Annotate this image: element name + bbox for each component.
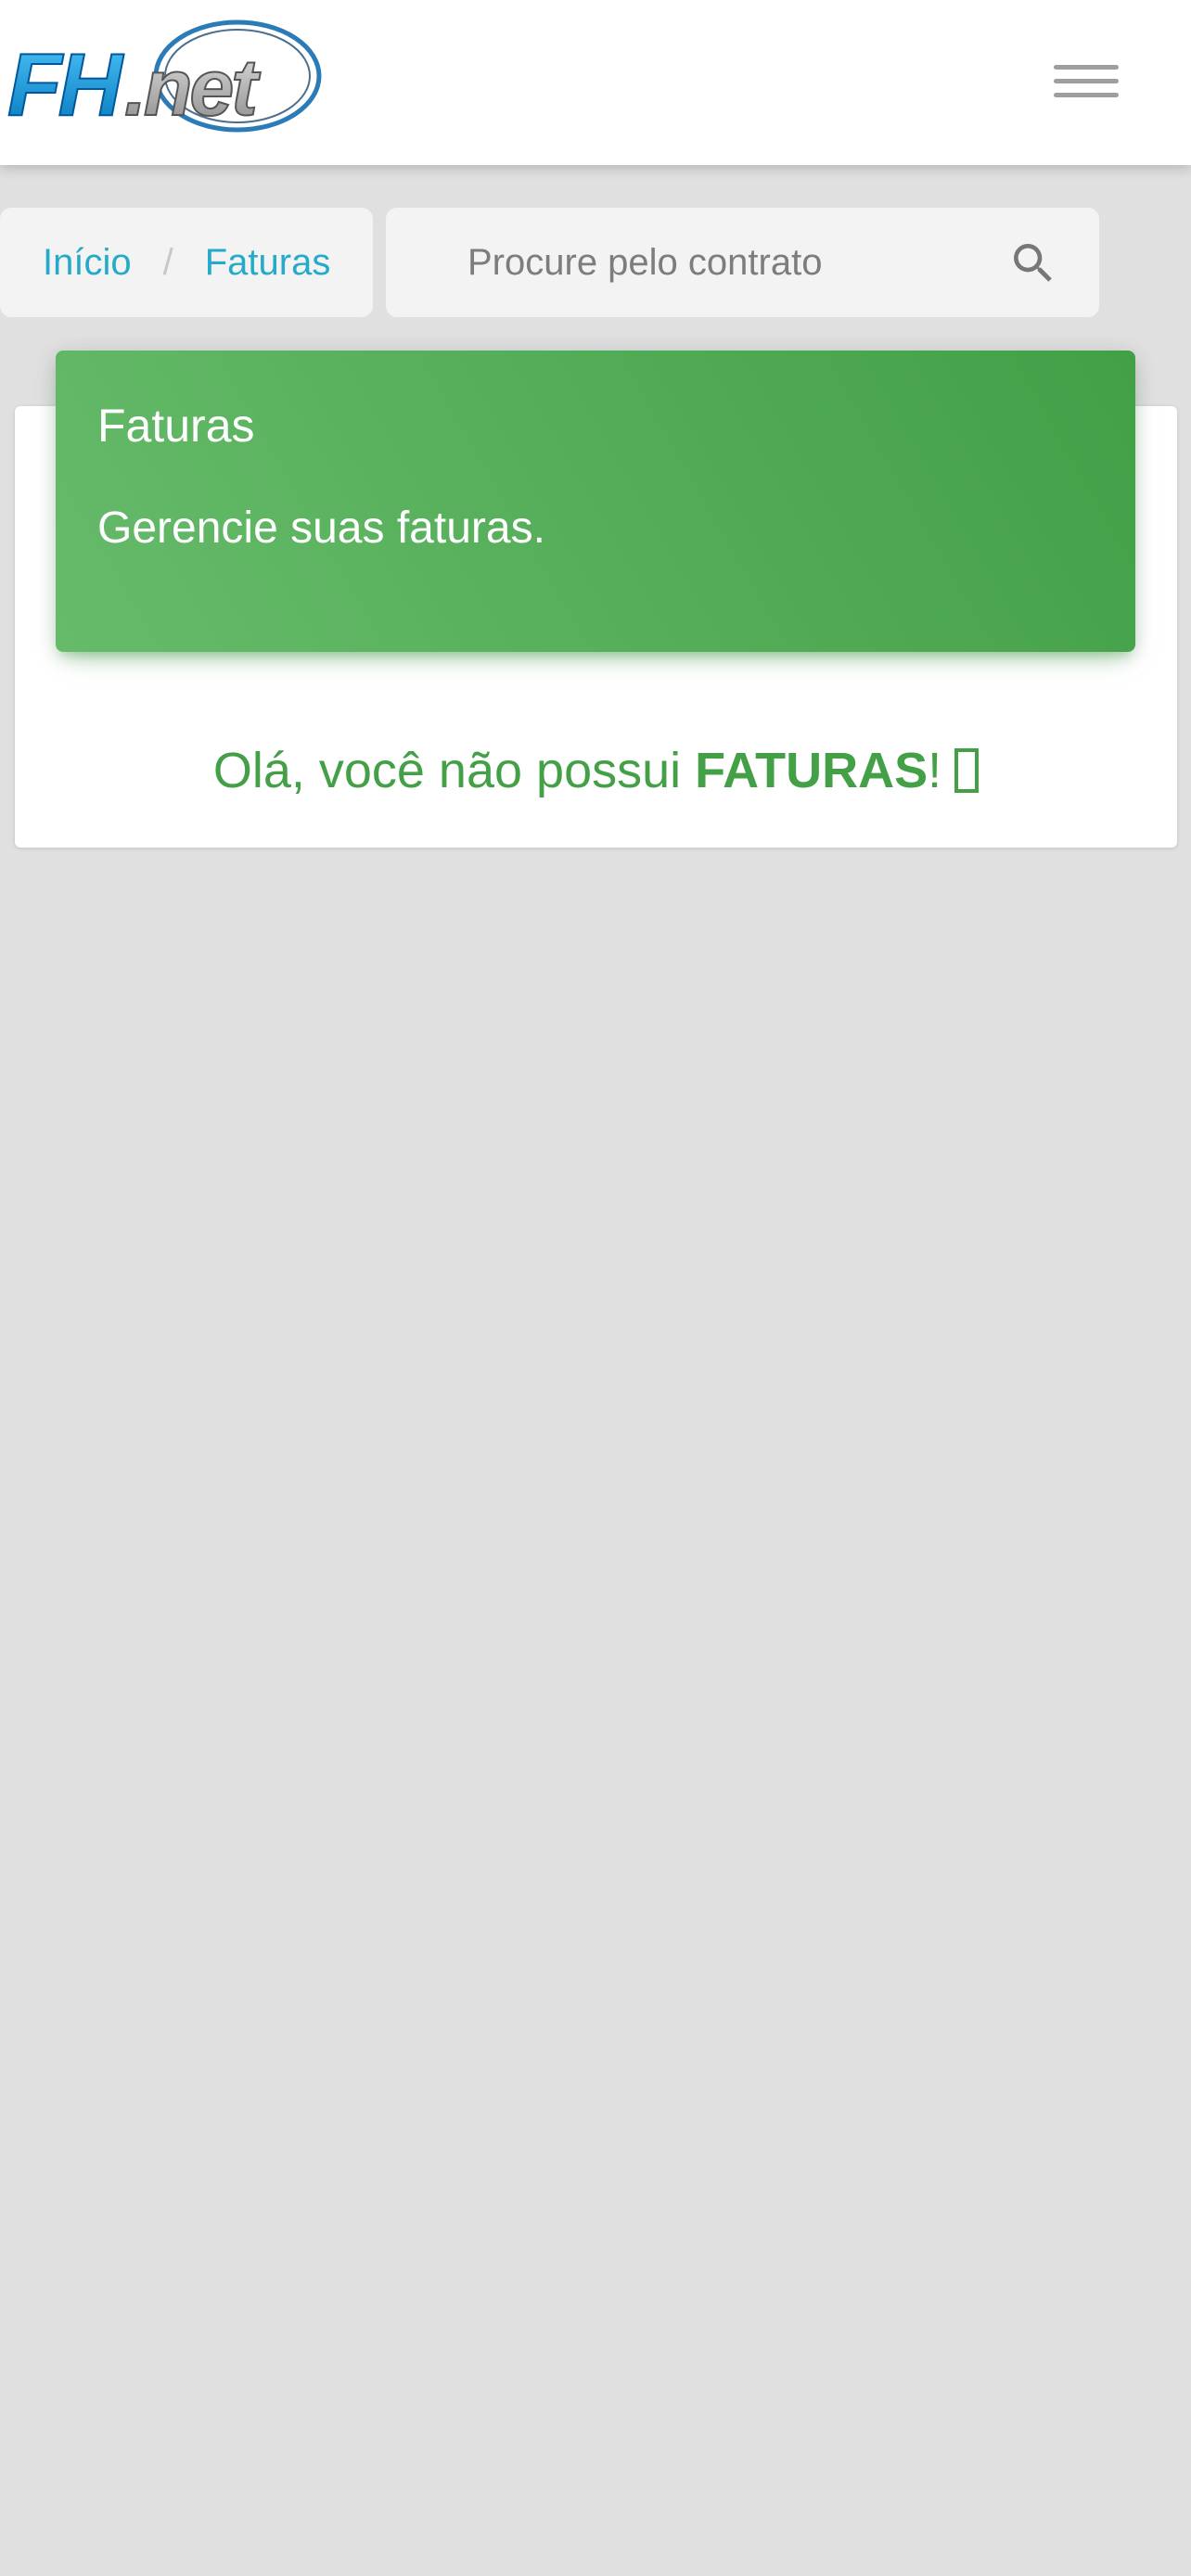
fhnet-logo[interactable]: FH .net: [6, 15, 327, 137]
page-subtitle: Gerencie suas faturas.: [97, 504, 545, 553]
contract-search-input[interactable]: [467, 228, 987, 297]
invoices-card-header: Faturas Gerencie suas faturas.: [56, 351, 1135, 652]
page-title: Faturas: [97, 400, 255, 452]
hamburger-menu-icon[interactable]: [1046, 57, 1126, 108]
empty-invoices-message: Olá, você não possui FATURAS!: [15, 742, 1177, 799]
empty-message-emphasis: FATURAS: [695, 743, 928, 798]
menu-bar: [1054, 65, 1119, 70]
contract-search-box: [386, 208, 1099, 317]
svg-text:.net: .net: [124, 44, 261, 133]
empty-message-suffix: !: [928, 743, 942, 798]
menu-bar: [1054, 93, 1119, 97]
search-icon[interactable]: [1007, 237, 1059, 289]
breadcrumb-separator: /: [162, 241, 173, 283]
missing-glyph-icon: [954, 748, 980, 793]
top-navbar: FH .net: [0, 0, 1191, 165]
breadcrumb-item-faturas[interactable]: Faturas: [205, 242, 331, 284]
empty-message-prefix: Olá, você não possui: [212, 743, 696, 798]
menu-bar: [1054, 79, 1119, 83]
breadcrumb: Início / Faturas: [0, 208, 373, 317]
svg-text:FH: FH: [7, 35, 124, 134]
breadcrumb-item-inicio[interactable]: Início: [43, 242, 132, 284]
